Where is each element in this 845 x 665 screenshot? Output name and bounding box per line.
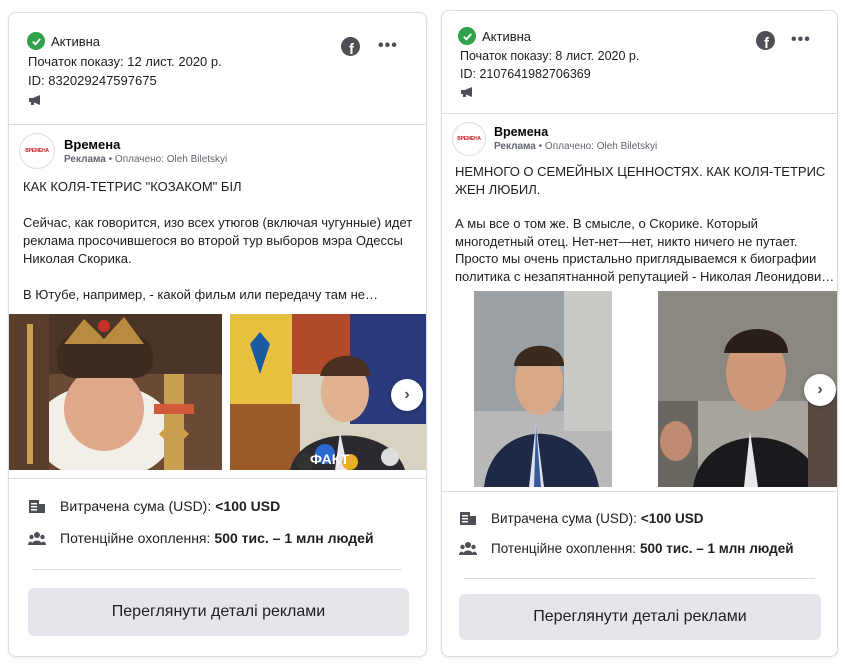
ad-body: Сейчас, как говорится, изо всех утюгов (… (23, 215, 413, 302)
ad-card-header: Активна Початок показу: 8 лист. 2020 р. … (442, 11, 837, 114)
ad-body: А мы все о том же. В смысле, о Скорике. … (455, 216, 835, 284)
facebook-icon[interactable]: f (756, 31, 775, 50)
ad-card-1: Активна Початок показу: 12 лист. 2020 р.… (8, 12, 427, 657)
facebook-icon[interactable]: f (341, 37, 360, 56)
page-avatar[interactable]: ВРЕМЕНА (19, 133, 55, 169)
start-date: Початок показу: 12 лист. 2020 р. (28, 54, 222, 69)
ad-card-header: Активна Початок показу: 12 лист. 2020 р.… (9, 13, 426, 125)
svg-text:ФАКТ: ФАКТ (310, 451, 350, 467)
view-ad-details-button[interactable]: Переглянути деталі реклами (459, 594, 821, 640)
reach-label: Потенційне охоплення: (60, 530, 211, 546)
receipt-icon (460, 512, 476, 525)
megaphone-icon (461, 87, 472, 97)
carousel-next-button[interactable]: › (804, 374, 836, 406)
view-ad-details-button[interactable]: Переглянути деталі реклами (28, 588, 409, 636)
chevron-right-icon: › (817, 381, 823, 398)
spend-label: Витрачена сума (USD): (491, 510, 637, 526)
people-icon (459, 542, 477, 555)
reach-value: 500 тис. – 1 млн людей (214, 530, 374, 546)
divider (9, 478, 426, 479)
spend-label: Витрачена сума (USD): (60, 498, 212, 514)
page-name[interactable]: Времена (64, 137, 120, 152)
ad-card-2: Активна Початок показу: 8 лист. 2020 р. … (441, 10, 838, 657)
status-label: Активна (482, 28, 532, 44)
sponsored-line: Реклама • Оплачено: Oleh Biletskyi (64, 154, 228, 165)
ad-headline: НЕМНОГО О СЕМЕЙНЫХ ЦЕННОСТЯХ. КАК КОЛЯ-Т… (455, 164, 829, 197)
page-name[interactable]: Времена (494, 125, 548, 139)
spend-value: <100 USD (640, 510, 704, 526)
ad-headline: КАК КОЛЯ-ТЕТРИС "КОЗАКОМ" БІЛ (23, 179, 242, 194)
page-avatar[interactable]: ВРЕМЕНА (452, 122, 486, 156)
ad-id: ID: 832029247597675 (28, 73, 157, 88)
chevron-right-icon: › (404, 386, 410, 403)
carousel-next-button[interactable]: › (391, 379, 423, 411)
divider (464, 578, 815, 579)
reach-value: 500 тис. – 1 млн людей (640, 540, 794, 556)
divider (442, 491, 837, 492)
status-badge: Активна (27, 32, 100, 50)
reach-row: Потенційне охоплення: 500 тис. – 1 млн лю… (28, 530, 374, 546)
sponsored-line: Реклама • Оплачено: Oleh Biletskyi (494, 141, 658, 152)
ad-text: НЕМНОГО О СЕМЕЙНЫХ ЦЕННОСТЯХ. КАК КОЛЯ-Т… (455, 163, 835, 285)
more-options-icon[interactable]: ••• (378, 38, 398, 54)
ad-id: ID: 2107641982706369 (460, 67, 591, 81)
start-date: Початок показу: 8 лист. 2020 р. (460, 49, 640, 63)
spend-row: Витрачена сума (USD): <100 USD (28, 498, 280, 514)
people-icon (28, 532, 46, 545)
check-circle-icon (458, 27, 476, 45)
check-circle-icon (27, 32, 45, 50)
status-badge: Активна (458, 27, 531, 45)
reach-label: Потенційне охоплення: (491, 540, 637, 556)
megaphone-icon (29, 95, 40, 105)
spend-value: <100 USD (215, 498, 281, 514)
status-label: Активна (51, 33, 101, 49)
more-options-icon[interactable]: ••• (791, 32, 811, 48)
ad-image[interactable] (474, 291, 612, 487)
receipt-icon (29, 500, 45, 513)
ad-text: КАК КОЛЯ-ТЕТРИС "КОЗАКОМ" БІЛ Сейчас, как… (23, 178, 415, 304)
divider (33, 569, 402, 570)
reach-row: Потенційне охоплення: 500 тис. – 1 млн лю… (459, 540, 794, 556)
spend-row: Витрачена сума (USD): <100 USD (459, 510, 704, 526)
ad-image[interactable] (9, 314, 222, 470)
